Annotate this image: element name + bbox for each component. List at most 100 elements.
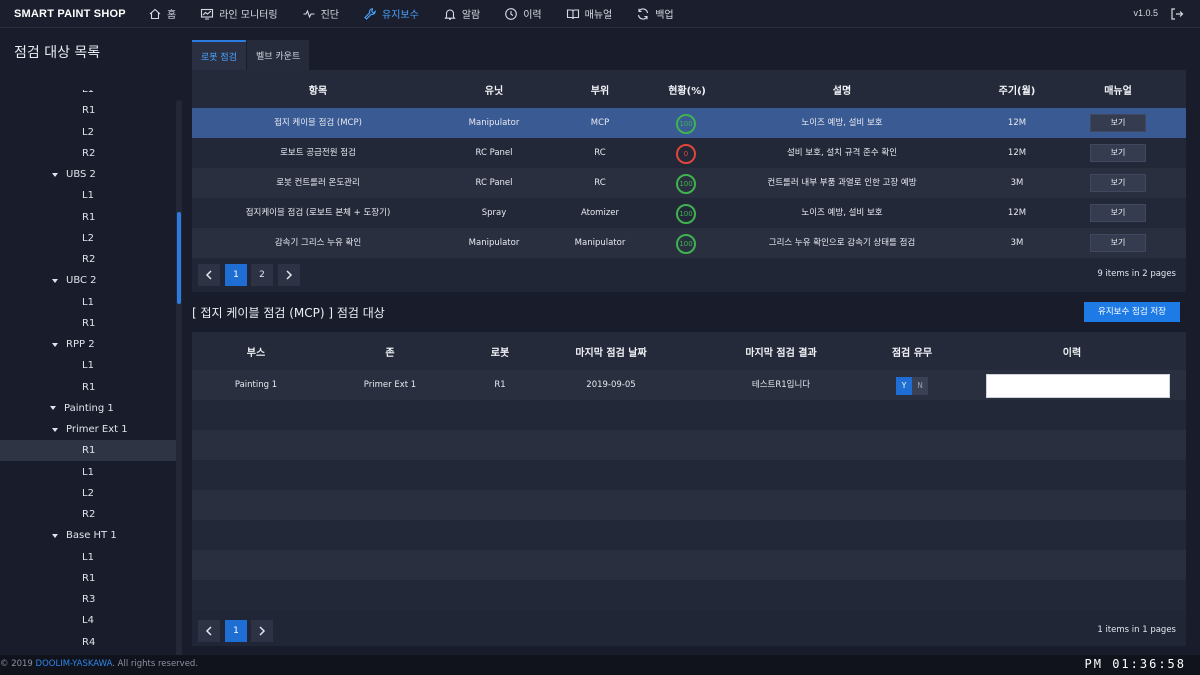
tree-node[interactable]: L1 <box>0 185 176 206</box>
tree-node-label: R2 <box>82 254 96 265</box>
table-row[interactable]: 로보트 공급전원 점검 RC Panel RC 0 설비 보호, 설치 규격 준수 확인… <box>192 138 1186 168</box>
tab-robot-inspection[interactable]: 로봇 점검 <box>192 40 246 70</box>
cell-desc: 그리스 누유 확인으로 감속기 상태를 점검 <box>768 238 916 248</box>
cell-unit: Spray <box>481 208 507 218</box>
tree-node[interactable]: Base HT 1 <box>0 525 176 546</box>
tree-node[interactable]: L1 <box>0 90 176 100</box>
nav-item-2[interactable]: 진단 <box>302 0 339 28</box>
next-page-button[interactable] <box>251 620 273 642</box>
view-manual-button[interactable]: 보기 <box>1090 234 1146 252</box>
clock: PM 01:36:58 <box>1084 657 1186 671</box>
monitor-icon <box>200 7 214 21</box>
view-manual-button[interactable]: 보기 <box>1090 114 1146 132</box>
tree-node[interactable]: L1 <box>0 547 176 568</box>
caret-down-icon[interactable] <box>52 278 58 283</box>
save-maintenance-button[interactable]: 유지보수 점검 저장 <box>1084 302 1180 322</box>
tab-valve-count[interactable]: 벨브 카운트 <box>246 40 310 70</box>
top-navigation-bar: SMART PAINT SHOP 홈 라인 모니터링 진단 유지보수 알람 이력 매뉴얼 백업… <box>0 0 1200 28</box>
cell-zone: Primer Ext 1 <box>363 380 417 390</box>
cell-last-result: 테스트R1입니다 <box>751 380 811 390</box>
caret-down-icon[interactable] <box>52 427 58 432</box>
tree-node[interactable]: RPP 2 <box>0 334 176 355</box>
tree-node[interactable]: R2 <box>0 249 176 270</box>
caret-down-icon[interactable] <box>52 533 58 538</box>
tree-scrollbar[interactable] <box>176 100 182 668</box>
empty-table-row <box>192 460 1186 490</box>
page-1-button[interactable]: 1 <box>225 620 247 642</box>
tree-node-label: R4 <box>82 636 96 648</box>
view-manual-button[interactable]: 보기 <box>1090 174 1146 192</box>
company-link[interactable]: DOOLIM-YASKAWA <box>36 659 113 669</box>
cell-desc: 노이즈 예방, 설비 보호 <box>801 208 883 218</box>
tree-node[interactable]: L1 <box>0 462 176 483</box>
tree-node[interactable]: L2 <box>0 122 176 143</box>
nav-item-5[interactable]: 이력 <box>504 0 542 28</box>
table-row[interactable]: 접지케이블 점검 (로보트 본체 + 도장기) Spray Atomizer 100 노… <box>192 198 1186 228</box>
status-gauge: 100 <box>676 204 696 224</box>
caret-down-icon[interactable] <box>52 172 58 177</box>
nav-item-7[interactable]: 백업 <box>636 0 674 28</box>
tree-node[interactable]: L2 <box>0 228 176 249</box>
tree-node[interactable]: L1 <box>0 292 176 313</box>
nav-item-0[interactable]: 홈 <box>148 0 176 28</box>
nav-item-3[interactable]: 유지보수 <box>363 0 419 28</box>
tree-node[interactable]: Painting 1 <box>0 398 176 419</box>
nav-item-6[interactable]: 매뉴얼 <box>566 0 612 28</box>
checked-toggle[interactable]: Y N <box>896 377 928 395</box>
toggle-no[interactable]: N <box>912 377 928 395</box>
main-nav: 홈 라인 모니터링 진단 유지보수 알람 이력 매뉴얼 백업 <box>148 0 698 28</box>
tree-node[interactable]: R1 <box>0 440 176 462</box>
copyright-prefix: © 2019 <box>0 659 33 669</box>
tree-node[interactable]: UBC 2 <box>0 270 176 291</box>
view-manual-button[interactable]: 보기 <box>1090 144 1146 162</box>
cell-part: RC <box>594 148 606 158</box>
tree-node-label: R1 <box>82 105 96 117</box>
cell-desc: 설비 보호, 설치 규격 준수 확인 <box>786 148 898 158</box>
nav-item-1[interactable]: 라인 모니터링 <box>200 0 278 28</box>
book-icon <box>566 7 580 21</box>
tree-node[interactable]: R2 <box>0 143 176 164</box>
tree-node[interactable]: Primer Ext 1 <box>0 419 176 440</box>
target-tree: L1 R1 L2 R2 UBS 2 L1 R1 L2 R2 UBC 2 L1 R1 RPP 2 L1 R1 P… <box>0 90 176 655</box>
tree-node[interactable]: R2 <box>0 504 176 525</box>
col-last-result: 마지막 점검 결과 <box>745 348 817 359</box>
tree-node[interactable]: L1 <box>0 355 176 376</box>
view-manual-button[interactable]: 보기 <box>1090 204 1146 222</box>
status-gauge: 100 <box>676 174 696 194</box>
tree-node[interactable]: R1 <box>0 313 176 334</box>
col-last-date: 마지막 점검 날짜 <box>575 348 647 359</box>
cell-cycle: 12M <box>1007 148 1027 158</box>
prev-page-button[interactable] <box>198 620 220 642</box>
inspection-target-panel: 점검 대상 목록 L1 R1 L2 R2 UBS 2 L1 R1 L2 R2 UBC 2 L1 R1 R… <box>0 28 186 668</box>
tree-node[interactable]: R1 <box>0 100 176 121</box>
next-page-button[interactable] <box>278 264 300 286</box>
tree-node[interactable]: R3 <box>0 589 176 610</box>
prev-page-button[interactable] <box>198 264 220 286</box>
toggle-yes[interactable]: Y <box>896 377 912 395</box>
table-row[interactable]: 감속기 그리스 누유 확인 Manipulator Manipulator 100 그리… <box>192 228 1186 258</box>
tree-node[interactable]: R1 <box>0 568 176 589</box>
tree-node[interactable]: R1 <box>0 207 176 228</box>
page-1-button[interactable]: 1 <box>225 264 247 286</box>
tree-node[interactable]: R1 <box>0 377 176 398</box>
logout-icon[interactable] <box>1170 7 1184 21</box>
nav-label: 라인 모니터링 <box>219 10 278 21</box>
nav-item-4[interactable]: 알람 <box>443 0 480 28</box>
table-row[interactable]: 로봇 컨트롤러 온도관리 RC Panel RC 100 컨트롤러 내부 부품 과열로 … <box>192 168 1186 198</box>
table-row[interactable]: 접지 케이블 점검 (MCP) Manipulator MCP 100 노이즈 예방, … <box>192 108 1186 138</box>
cell-item: 접지케이블 점검 (로보트 본체 + 도장기) <box>245 208 391 218</box>
caret-down-icon[interactable] <box>50 406 56 411</box>
tree-node-label: L2 <box>82 487 94 499</box>
table-row[interactable]: Painting 1 Primer Ext 1 R1 2019-09-05 테스… <box>192 370 1186 400</box>
page-2-button[interactable]: 2 <box>251 264 273 286</box>
tree-scrollbar-thumb[interactable] <box>177 212 181 304</box>
tree-node[interactable]: UBS 2 <box>0 164 176 185</box>
tree-node[interactable]: R4 <box>0 632 176 653</box>
col-robot: 로봇 <box>490 348 510 359</box>
history-input[interactable] <box>986 374 1170 398</box>
empty-table-row <box>192 550 1186 580</box>
tree-node[interactable]: L4 <box>0 610 176 631</box>
nav-label: 유지보수 <box>382 10 419 21</box>
tree-node[interactable]: L2 <box>0 483 176 504</box>
caret-down-icon[interactable] <box>52 342 58 347</box>
